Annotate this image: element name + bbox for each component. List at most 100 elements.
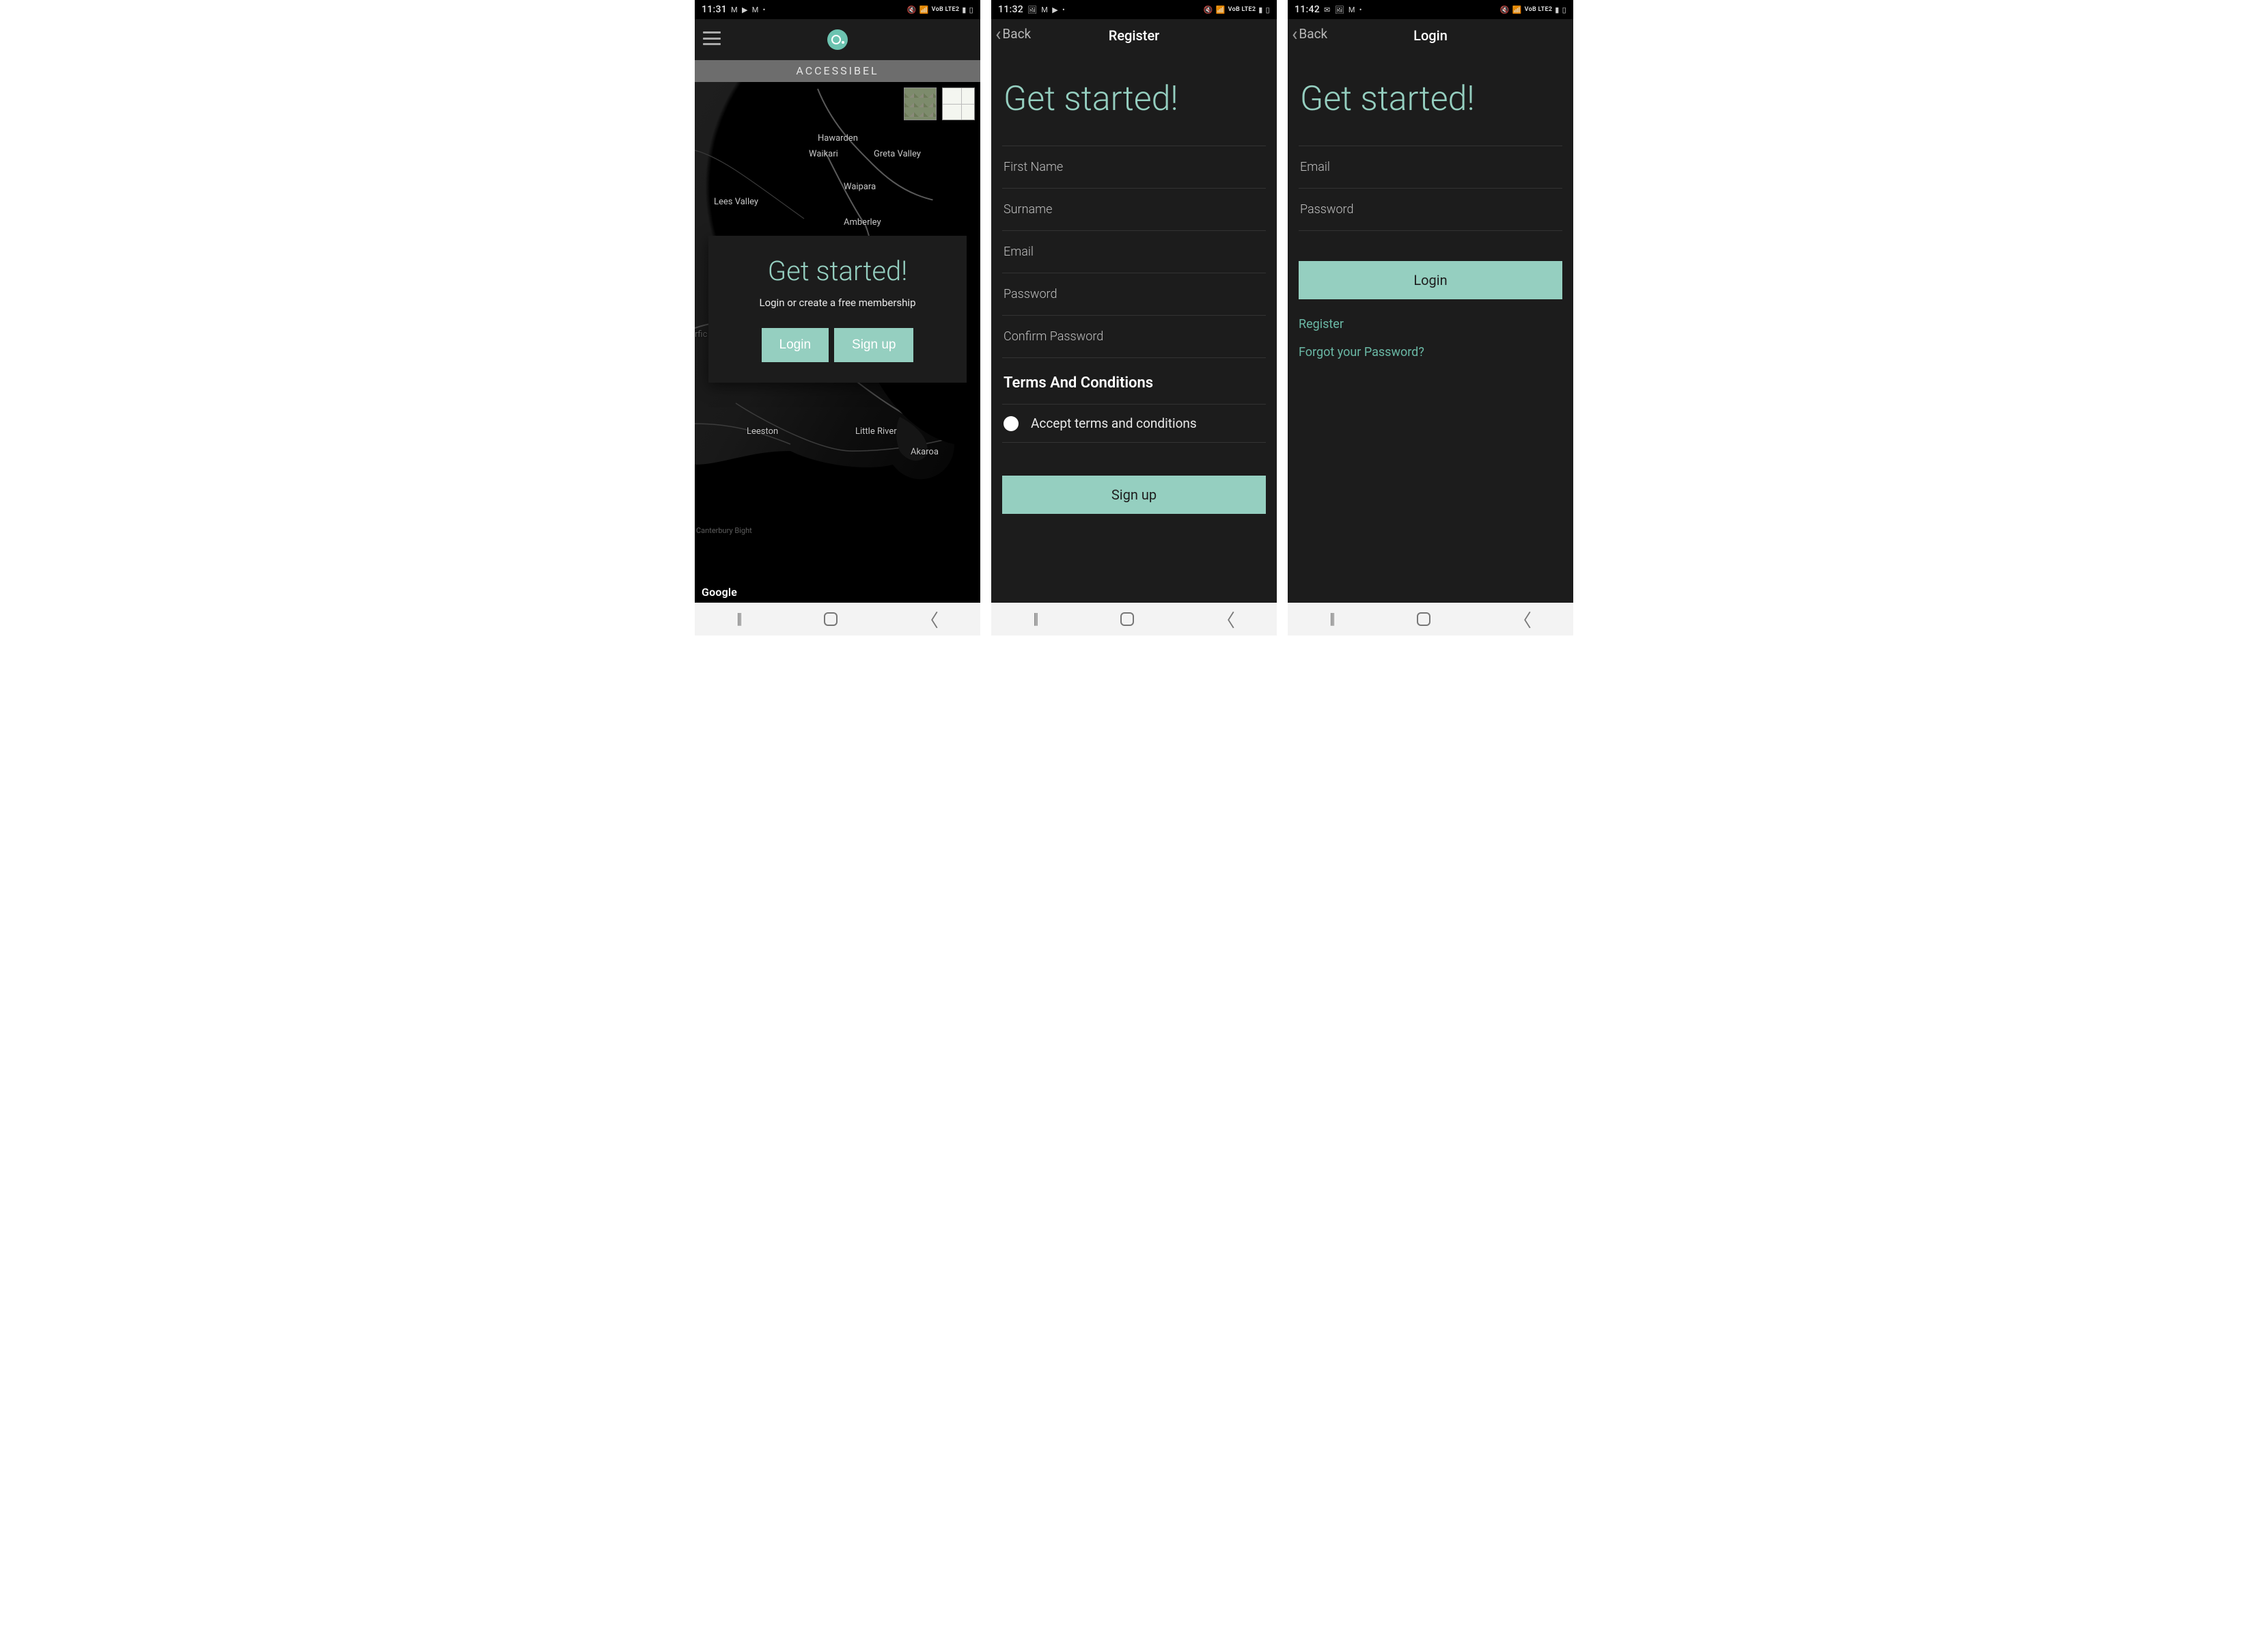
mute-icon: 🔇 (1500, 5, 1510, 14)
forgot-password-link[interactable]: Forgot your Password? (1299, 338, 1562, 366)
home-button[interactable] (1417, 612, 1430, 626)
mail-icon: ✉ (1324, 5, 1331, 14)
layer-light-button[interactable] (942, 87, 975, 120)
map-label: Leeston (747, 426, 778, 437)
back-label: Back (1002, 26, 1031, 42)
battery-icon: ▯ (1562, 5, 1566, 14)
back-link[interactable]: ‹ Back (1292, 26, 1327, 42)
clock: 11:32 (998, 4, 1023, 15)
mail2-icon: M (1349, 5, 1355, 14)
chevron-left-icon: ‹ (995, 28, 1001, 40)
signal-icon: ▮ (1555, 5, 1559, 14)
back-button[interactable]: 〈 (1514, 607, 1532, 632)
home-button[interactable] (824, 612, 838, 626)
accept-terms-label: Accept terms and conditions (1031, 415, 1197, 431)
status-bar: 11:42 ✉ 🖼 M • 🔇 📶 VoB LTE2 ▮ ▯ (1288, 0, 1573, 19)
password-field[interactable]: Password (1299, 188, 1562, 231)
signup-button[interactable]: Sign up (1002, 476, 1266, 514)
mail2-icon: M (752, 5, 759, 14)
map-view[interactable]: Hawarden Waikari Greta Valley Waipara Le… (695, 82, 980, 603)
login-button[interactable]: Login (762, 328, 829, 362)
lte-label: VoB LTE2 (1525, 6, 1553, 13)
mute-icon: 🔇 (907, 5, 917, 14)
home-button[interactable] (1120, 612, 1134, 626)
back-link[interactable]: ‹ Back (995, 26, 1031, 42)
google-attribution: Google (702, 586, 737, 599)
map-label: Akaroa (911, 447, 939, 457)
layer-satellite-button[interactable] (904, 87, 937, 120)
map-label: Little River (855, 426, 897, 437)
menu-button[interactable] (703, 31, 721, 45)
page-title: Login (1413, 27, 1448, 44)
screen-map: 11:31 M ▶ M • 🔇 📶 VoB LTE2 ▮ ▯ ACCESSIBE… (695, 0, 980, 636)
register-link[interactable]: Register (1299, 310, 1562, 338)
page-header: ‹ Back Login (1288, 19, 1573, 52)
more-icon: • (1359, 5, 1362, 14)
accept-terms-row[interactable]: Accept terms and conditions (1002, 404, 1266, 443)
wifi-icon: 📶 (919, 5, 929, 14)
android-navbar: ||| 〈 (1288, 603, 1573, 636)
map-label: Hawarden (818, 133, 858, 144)
card-subtitle: Login or create a free membership (722, 297, 953, 309)
terms-heading: Terms And Conditions (1002, 358, 1266, 404)
recents-button[interactable]: ||| (736, 611, 741, 628)
recents-button[interactable]: ||| (1329, 611, 1333, 628)
hero-title: Get started! (1002, 52, 1266, 146)
clock: 11:31 (702, 4, 727, 15)
battery-icon: ▯ (1266, 5, 1270, 14)
mail-icon: M (731, 5, 738, 14)
back-button[interactable]: 〈 (921, 607, 939, 632)
password-field[interactable]: Password (1002, 273, 1266, 316)
map-label: Waipara (844, 182, 876, 192)
map-label: rfic (695, 329, 707, 340)
signup-button[interactable]: Sign up (834, 328, 913, 362)
hero-title: Get started! (1299, 52, 1562, 146)
chevron-left-icon: ‹ (1292, 28, 1297, 40)
lte-label: VoB LTE2 (932, 6, 960, 13)
brand-logo-icon (827, 29, 848, 50)
register-form: Get started! First Name Surname Email Pa… (991, 52, 1277, 603)
confirm-password-field[interactable]: Confirm Password (1002, 315, 1266, 358)
status-bar: 11:32 🖼 M ▶ • 🔇 📶 VoB LTE2 ▮ ▯ (991, 0, 1277, 19)
first-name-field[interactable]: First Name (1002, 146, 1266, 189)
mail-icon: M (1041, 5, 1048, 14)
email-field[interactable]: Email (1002, 230, 1266, 273)
email-field[interactable]: Email (1299, 146, 1562, 189)
wifi-icon: 📶 (1512, 5, 1522, 14)
android-navbar: ||| 〈 (695, 603, 980, 636)
map-label: Greta Valley (874, 149, 921, 159)
login-form: Get started! Email Password Login Regist… (1288, 52, 1573, 603)
map-label: Waikari (809, 149, 838, 159)
clock: 11:42 (1295, 4, 1320, 15)
map-label: Amberley (844, 217, 881, 228)
recents-button[interactable]: ||| (1033, 611, 1037, 628)
signal-icon: ▮ (1258, 5, 1262, 14)
back-button[interactable]: 〈 (1217, 607, 1235, 632)
status-bar: 11:31 M ▶ M • 🔇 📶 VoB LTE2 ▮ ▯ (695, 0, 980, 19)
image-icon: 🖼 (1335, 5, 1344, 14)
layer-switcher (904, 87, 975, 120)
more-icon: • (763, 5, 766, 14)
map-label: Lees Valley (714, 197, 758, 207)
image-icon: 🖼 (1027, 5, 1037, 14)
page-header: ‹ Back Register (991, 19, 1277, 52)
page-title: Register (1109, 27, 1159, 44)
screen-login: 11:42 ✉ 🖼 M • 🔇 📶 VoB LTE2 ▮ ▯ ‹ Back Lo… (1288, 0, 1573, 636)
mute-icon: 🔇 (1204, 5, 1213, 14)
map-label: Canterbury Bight (696, 526, 752, 535)
app-header (695, 19, 980, 60)
map-banner: ACCESSIBEL (695, 60, 980, 82)
youtube-icon: ▶ (1052, 5, 1058, 14)
youtube-icon: ▶ (742, 5, 748, 14)
lte-label: VoB LTE2 (1228, 6, 1256, 13)
battery-icon: ▯ (969, 5, 973, 14)
card-title: Get started! (722, 255, 953, 287)
get-started-card: Get started! Login or create a free memb… (708, 236, 967, 383)
more-icon: • (1062, 5, 1065, 14)
screen-register: 11:32 🖼 M ▶ • 🔇 📶 VoB LTE2 ▮ ▯ ‹ Back Re… (991, 0, 1277, 636)
back-label: Back (1299, 26, 1327, 42)
signal-icon: ▮ (962, 5, 966, 14)
accept-terms-radio[interactable] (1004, 416, 1019, 431)
surname-field[interactable]: Surname (1002, 188, 1266, 231)
login-button[interactable]: Login (1299, 261, 1562, 299)
